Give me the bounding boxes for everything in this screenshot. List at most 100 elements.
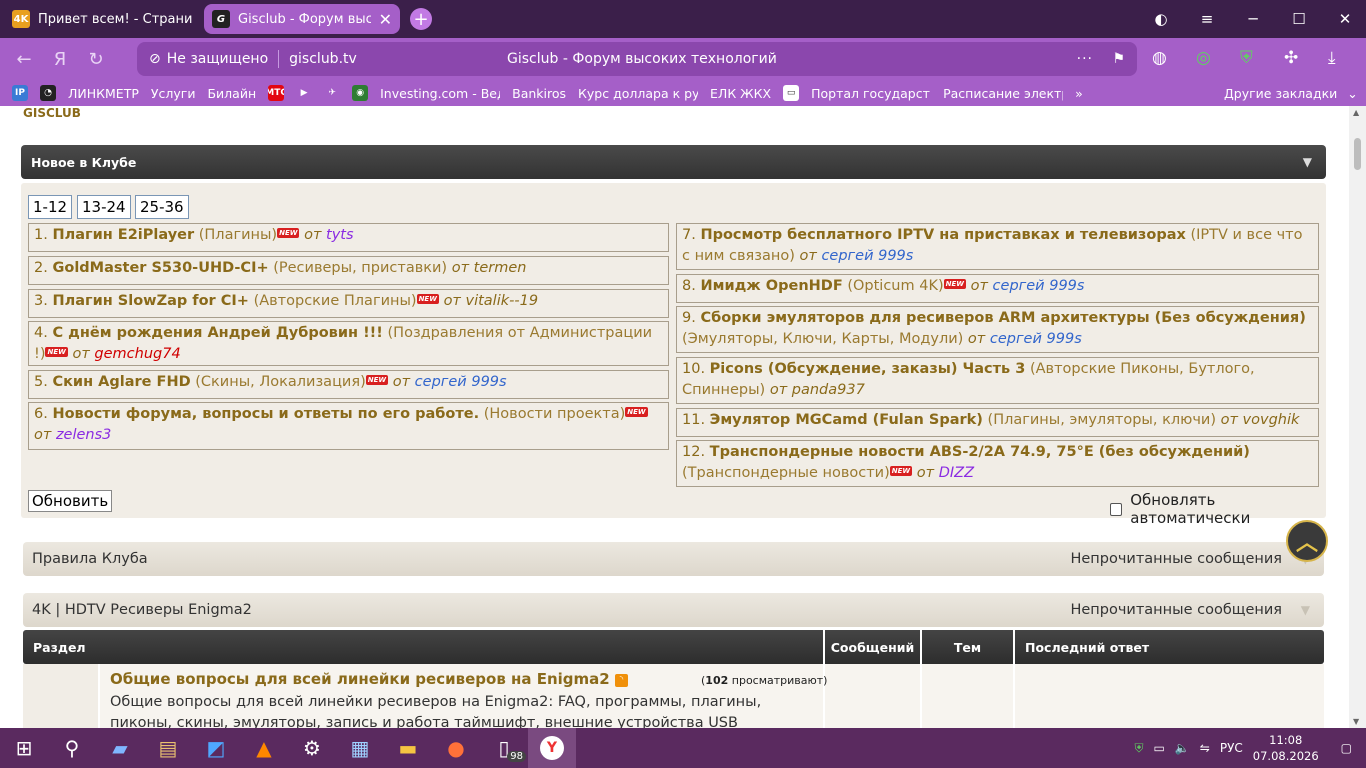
bookmark-item[interactable]: МТС — [268, 85, 285, 101]
collapse-icon[interactable]: ▼ — [1303, 155, 1312, 169]
battery-icon[interactable]: ▭ — [1154, 741, 1165, 755]
network-icon[interactable]: ⇋ — [1200, 741, 1210, 755]
bookmark-item[interactable]: IP — [12, 85, 28, 101]
item-title-link[interactable]: С днём рождения Андрей Дубровин !!! — [52, 325, 382, 341]
item-user-link[interactable]: сергей 999s — [415, 374, 507, 390]
close-tab-icon[interactable]: ✕ — [379, 10, 392, 29]
checkbox-box[interactable] — [1110, 502, 1123, 516]
refresh-button[interactable]: Обновить — [28, 490, 113, 512]
scroll-to-top-button[interactable]: ︿ — [1286, 520, 1328, 562]
item-user-link[interactable]: zelens3 — [56, 427, 111, 443]
item-title-link[interactable]: Транспондерные новости ABS-2/2A 74.9, 75… — [710, 444, 1250, 460]
yandex-icon[interactable]: Я — [42, 49, 78, 70]
windows-start-icon[interactable]: ⊞ — [0, 728, 48, 768]
bookmark-item[interactable]: Билайн — [207, 86, 256, 101]
item-title-link[interactable]: Просмотр бесплатного IPTV на приставках … — [700, 227, 1185, 243]
news-item[interactable]: 5. Скин Aglare FHD (Скины, Локализация) N… — [28, 370, 669, 399]
close-window-icon[interactable]: ✕ — [1322, 10, 1366, 28]
other-bookmarks[interactable]: Другие закладки ⌄ — [1224, 86, 1358, 101]
notifications-icon[interactable]: ▢ — [1341, 741, 1352, 755]
tab-1[interactable]: 4K Привет всем! - Страница — [4, 4, 200, 34]
bookmark-item[interactable]: ЕЛК ЖКХ — [710, 86, 771, 101]
item-user-link[interactable]: vovghik — [1243, 412, 1300, 428]
bookmark-item[interactable]: ◔ — [40, 85, 56, 101]
news-item[interactable]: 12. Транспондерные новости ABS-2/2A 74.9… — [676, 440, 1319, 487]
minimize-icon[interactable]: ─ — [1230, 10, 1276, 28]
item-category-link[interactable]: (Авторские Плагины) — [254, 293, 417, 309]
bookmark-item[interactable]: ▭ — [783, 85, 800, 101]
news-item[interactable]: 3. Плагин SlowZap for CI+ (Авторские Пла… — [28, 289, 669, 318]
section-rules[interactable]: Правила Клуба Непрочитанные сообщения ▼ — [23, 542, 1324, 576]
news-item[interactable]: 7. Просмотр бесплатного IPTV на приставк… — [676, 223, 1319, 270]
url-host[interactable]: gisclub.tv — [289, 51, 357, 67]
news-item[interactable]: 2. GoldMaster S530-UHD-CI+ (Ресиверы, пр… — [28, 256, 669, 285]
item-user-link[interactable]: panda937 — [792, 382, 865, 398]
bookmark-item[interactable]: Investing.com - Веду — [380, 86, 500, 101]
avatar-icon[interactable]: ◐ — [1138, 10, 1184, 28]
section-enigma2[interactable]: 4K | HDTV Ресиверы Enigma2 Непрочитанные… — [23, 593, 1324, 627]
search-icon[interactable]: ⚲ — [48, 728, 96, 768]
item-category-link[interactable]: (Новости проекта) — [484, 406, 626, 422]
bookmark-item[interactable]: Курс доллара к рубл — [578, 86, 698, 101]
puzzle-icon[interactable]: ✣ — [1284, 48, 1298, 68]
omnibox[interactable]: ⊘ Не защищено gisclub.tv Gisclub - Форум… — [137, 42, 1137, 76]
settings-icon[interactable]: ⚙ — [288, 728, 336, 768]
unread-link[interactable]: Непрочитанные сообщения — [1070, 551, 1282, 567]
item-category-link[interactable]: (Плагины) — [199, 227, 277, 243]
forum-title-link[interactable]: Общие вопросы для всей линейки ресиверов… — [110, 670, 628, 688]
pager-25-36[interactable]: 25-36 — [135, 195, 189, 219]
item-title-link[interactable]: Эмулятор MGCamd (Fulan Spark) — [710, 412, 983, 428]
extension-circle-icon[interactable]: ◎ — [1196, 48, 1211, 68]
news-item[interactable]: 8. Имидж OpenHDF (Opticum 4K) NEW от серг… — [676, 274, 1319, 303]
item-title-link[interactable]: Плагин SlowZap for CI+ — [52, 293, 249, 309]
firefox-icon[interactable]: ● — [432, 728, 480, 768]
globe-icon[interactable]: ◍ — [1152, 48, 1167, 68]
item-user-link[interactable]: сергей 999s — [990, 331, 1082, 347]
books-icon[interactable]: ▤ — [144, 728, 192, 768]
tab-2-active[interactable]: G Gisclub - Форум высоких ✕ — [204, 4, 400, 34]
scrollbar[interactable]: ▲ ▼ — [1349, 106, 1366, 728]
section-title[interactable]: Правила Клуба — [32, 551, 148, 567]
bookmark-item[interactable]: Расписание электри — [943, 86, 1063, 101]
folder-icon[interactable]: ▬ — [384, 728, 432, 768]
item-category-link[interactable]: (Эмуляторы, Ключи, Карты, Модули) — [682, 331, 963, 347]
item-title-link[interactable]: Имидж OpenHDF — [700, 278, 842, 294]
collapse-icon[interactable]: ▼ — [1301, 603, 1310, 617]
menu-icon[interactable]: ≡ — [1184, 10, 1230, 28]
security-label[interactable]: Не защищено — [167, 51, 268, 67]
new-tab-button[interactable]: + — [410, 8, 432, 30]
reload-icon[interactable]: ↻ — [78, 49, 114, 70]
clock[interactable]: 11:08 07.08.2026 — [1253, 732, 1319, 764]
forum-title[interactable]: Общие вопросы для всей линейки ресиверов… — [110, 670, 610, 688]
bookmark-item[interactable]: Bankiros — [512, 86, 566, 101]
pager-13-24[interactable]: 13-24 — [77, 195, 131, 219]
news-item[interactable]: 6. Новости форума, вопросы и ответы по е… — [28, 402, 669, 450]
item-title-link[interactable]: Новости форума, вопросы и ответы по его … — [52, 406, 479, 422]
pager-1-12[interactable]: 1-12 — [28, 195, 73, 219]
bookmarks-more-button[interactable]: » — [1075, 86, 1083, 101]
download-icon[interactable]: ⤓ — [1328, 48, 1336, 68]
site-logo[interactable]: GISCLUB — [23, 106, 81, 120]
item-category-link[interactable]: (Плагины, эмуляторы, ключи) — [988, 412, 1216, 428]
yandex-browser-icon[interactable]: Y — [528, 728, 576, 768]
item-category-link[interactable]: (Ресиверы, приставки) — [273, 260, 447, 276]
language-indicator[interactable]: РУС — [1220, 741, 1243, 755]
auto-refresh-checkbox[interactable]: Обновлять автоматически — [1110, 491, 1326, 527]
bookmark-item[interactable]: ▶ — [296, 85, 313, 101]
maximize-icon[interactable]: ☐ — [1276, 10, 1322, 28]
scroll-up-icon[interactable]: ▲ — [1353, 108, 1359, 117]
item-user-link[interactable]: vitalik--19 — [466, 293, 539, 309]
control-panel-icon[interactable]: ▦ — [336, 728, 384, 768]
rss-icon[interactable]: ◝ — [614, 674, 628, 687]
scrollbar-thumb[interactable] — [1354, 138, 1361, 170]
item-user-link[interactable]: сергей 999s — [993, 278, 1085, 294]
bookmark-item[interactable]: Портал государстве — [811, 86, 931, 101]
item-title-link[interactable]: GoldMaster S530-UHD-CI+ — [52, 260, 268, 276]
battery-app-icon[interactable]: ▯ 98 — [480, 728, 528, 768]
paint-icon[interactable]: ◩ — [192, 728, 240, 768]
news-item[interactable]: 4. С днём рождения Андрей Дубровин !!! (… — [28, 321, 669, 366]
more-icon[interactable]: ··· — [1077, 51, 1093, 67]
news-item[interactable]: 10. Picons (Обсуждение, заказы) Часть 3 … — [676, 357, 1319, 404]
section-title[interactable]: 4K | HDTV Ресиверы Enigma2 — [32, 602, 252, 618]
news-item[interactable]: 9. Сборки эмуляторов для ресиверов ARM а… — [676, 306, 1319, 353]
